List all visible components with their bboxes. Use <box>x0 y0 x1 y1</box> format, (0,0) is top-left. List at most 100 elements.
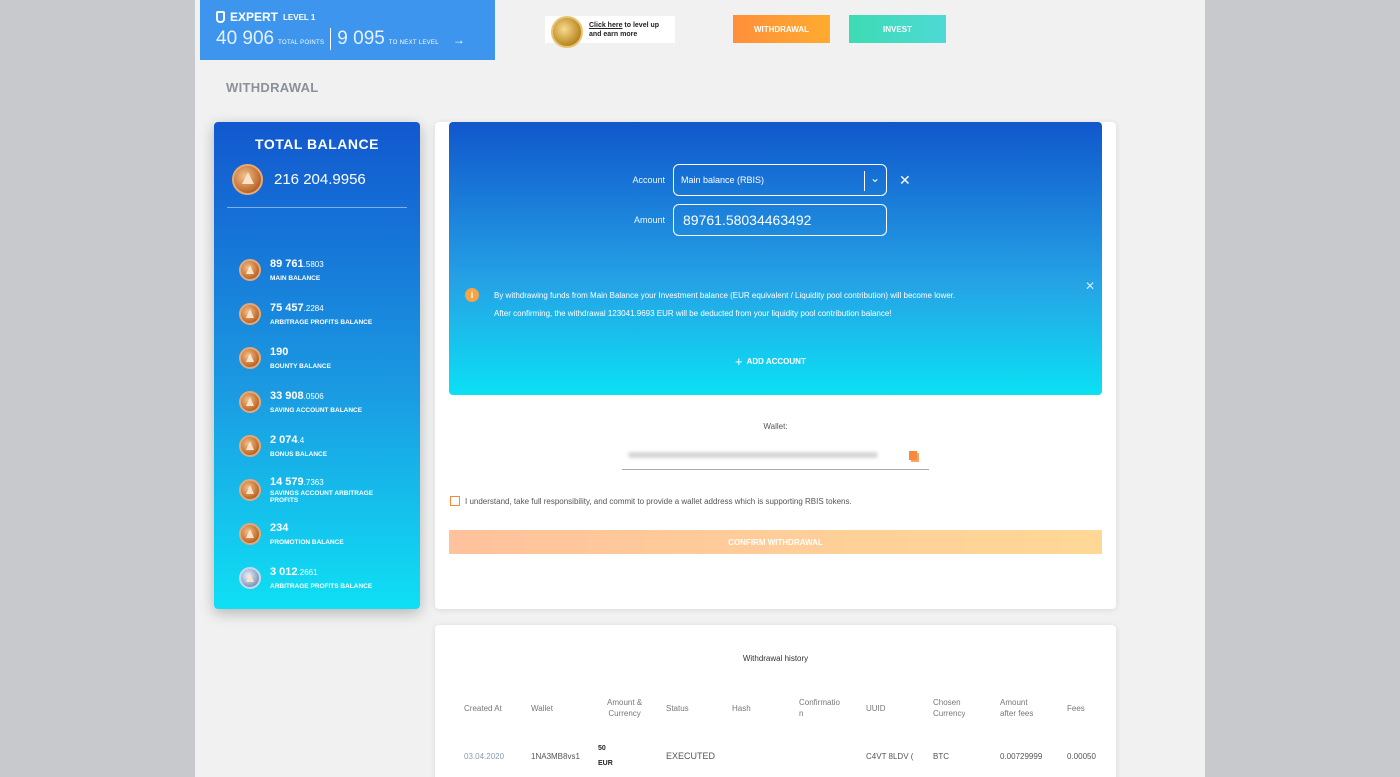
account-select[interactable]: Main balance (RBIS) ⌄ <box>673 164 887 196</box>
level-title: EXPERT <box>230 10 279 24</box>
balance-value: 234 <box>270 522 289 534</box>
cell-fees: 0.00050 <box>1067 752 1096 761</box>
rbis-coin-icon <box>239 435 261 457</box>
balance-item-main: 89 761.5803 MAIN BALANCE <box>214 248 420 292</box>
balance-list: 89 761.5803 MAIN BALANCE 75 457.2284 ARBIT… <box>214 248 420 600</box>
balance-item-bounty: 190 BOUNTY BALANCE <box>214 336 420 380</box>
notice-line-1: By withdrawing funds from Main Balance y… <box>494 291 956 300</box>
balance-label: ARBITRAGE PROFITS BALANCE <box>270 319 373 326</box>
select-divider <box>864 171 865 191</box>
total-points-label: TOTAL POINTS <box>278 40 325 46</box>
balance-decimals: .4 <box>297 436 305 445</box>
balance-item-savings-arbitrage: 14 579.7363 SAVINGS ACCOUNT ARBITRAGE PRO… <box>214 468 420 512</box>
cell-amount: 50 <box>598 745 606 752</box>
level-up-text-2: and earn more <box>589 30 638 38</box>
level-up-promo[interactable]: Click here to level up and earn more <box>545 15 675 48</box>
balance-decimals: .2661 <box>297 568 318 577</box>
consent-checkbox[interactable] <box>450 496 460 506</box>
balance-label: SAVINGS ACCOUNT ARBITRAGE PROFITS <box>270 490 374 504</box>
wallet-input[interactable] <box>622 440 929 470</box>
balance-item-arbitrage: 75 457.2284 ARBITRAGE PROFITS BALANCE <box>214 292 420 336</box>
next-level-points: 9 095 <box>337 28 385 49</box>
add-account-label: ADD ACCOUNT <box>746 357 806 366</box>
medal-icon <box>551 15 583 48</box>
balance-label: MAIN BALANCE <box>270 275 321 282</box>
balance-label: PROMOTION BALANCE <box>270 539 344 546</box>
th-confirmation: Confirmatio n <box>799 698 840 718</box>
page-title: WITHDRAWAL <box>226 80 319 95</box>
euro-coin-icon <box>239 567 261 589</box>
divider <box>227 207 407 208</box>
rbis-coin-icon <box>232 164 263 195</box>
level-card[interactable]: EXPERT LEVEL 1 40 906 TOTAL POINTS 9 095… <box>200 0 495 60</box>
rbis-coin-icon <box>239 303 261 325</box>
balance-value: 190 <box>270 346 289 358</box>
cell-created-at: 03.04.2020 <box>464 752 505 761</box>
info-icon: i <box>465 288 479 302</box>
total-balance-row: 216 204.9956 <box>232 164 420 195</box>
balance-item-bonus: 2 074.4 BONUS BALANCE <box>214 424 420 468</box>
copy-icon[interactable] <box>909 451 917 460</box>
withdrawal-form-card: Account Main balance (RBIS) ⌄ ✕ Amount 8… <box>435 122 1116 609</box>
account-label: Account <box>632 175 665 185</box>
points-row: 40 906 TOTAL POINTS 9 095 TO NEXT LEVEL … <box>216 28 479 50</box>
level-up-text-1: to level up <box>622 21 660 29</box>
amount-row: Amount 89761.58034463492 <box>625 204 887 236</box>
withdrawal-panel: Account Main balance (RBIS) ⌄ ✕ Amount 8… <box>449 122 1102 395</box>
balance-label: SAVING ACCOUNT BALANCE <box>270 407 363 414</box>
th-amount-after-fees: Amount after fees <box>1000 698 1034 718</box>
balance-item-promotion: 234 PROMOTION BALANCE <box>214 512 420 556</box>
chevron-down-icon[interactable]: ⌄ <box>870 171 880 185</box>
total-points: 40 906 <box>216 28 275 49</box>
balance-decimals: .2284 <box>303 304 324 313</box>
balance-item-saving: 33 908.0506 SAVING ACCOUNT BALANCE <box>214 380 420 424</box>
rbis-coin-icon <box>239 479 261 501</box>
balance-decimals: .0506 <box>303 392 324 401</box>
notice-text: By withdrawing funds from Main Balance y… <box>494 287 955 323</box>
consent-text: I understand, take full responsibility, … <box>465 496 852 506</box>
arrow-right-icon[interactable]: → <box>453 33 465 47</box>
balance-value: 3 012 <box>270 566 298 578</box>
history-title: Withdrawal history <box>742 654 809 663</box>
balance-label: ARBITRAGE PROFITS BALANCE <box>270 583 373 590</box>
level-up-link[interactable]: Click here <box>589 22 622 29</box>
close-icon[interactable]: ✕ <box>1085 279 1095 293</box>
close-icon[interactable]: ✕ <box>899 172 911 189</box>
th-fees: Fees <box>1067 704 1085 713</box>
th-amount-currency: Amount & Currency <box>607 698 643 718</box>
balance-decimals: .7363 <box>303 478 324 487</box>
amount-input[interactable]: 89761.58034463492 <box>673 204 887 236</box>
balance-value: 33 908 <box>270 390 304 402</box>
level-up-text: Click here to level up and earn more <box>589 21 659 39</box>
balance-decimals: .5803 <box>303 260 324 269</box>
balance-value: 14 579 <box>270 476 304 488</box>
rbis-coin-icon <box>239 523 261 545</box>
points-separator <box>330 28 332 50</box>
next-level-label: TO NEXT LEVEL <box>388 40 439 46</box>
rbis-coin-icon <box>239 347 261 369</box>
cell-chosen-currency: BTC <box>933 752 949 761</box>
withdrawal-button[interactable]: WITHDRAWAL <box>733 15 830 43</box>
add-account-button[interactable]: + ADD ACCOUNT <box>735 354 806 369</box>
th-hash: Hash <box>732 704 751 713</box>
balance-label: BONUS BALANCE <box>270 451 328 458</box>
confirm-withdrawal-button[interactable]: CONFIRM WITHDRAWAL <box>449 530 1102 554</box>
invest-button[interactable]: INVEST <box>849 15 946 43</box>
wallet-label: Wallet: <box>763 422 788 431</box>
balance-item-arbitrage-eur: 3 012.2661 ARBITRAGE PROFITS BALANCE <box>214 556 420 600</box>
cell-wallet: 1NA3MB8vs1 <box>531 752 580 761</box>
balance-label: BOUNTY BALANCE <box>270 363 331 370</box>
page: EXPERT LEVEL 1 40 906 TOTAL POINTS 9 095… <box>195 0 1205 777</box>
cell-amount-after-fees: 0.00729999 <box>1000 752 1043 761</box>
balance-value: 89 761 <box>270 258 304 270</box>
level-title-row: EXPERT LEVEL 1 <box>216 10 479 24</box>
cell-status: EXECUTED <box>666 751 716 761</box>
withdrawal-history-card: Withdrawal history Created At Wallet Amo… <box>435 625 1116 777</box>
wallet-address-blurred <box>628 452 878 458</box>
plus-icon: + <box>735 354 743 369</box>
account-row: Account Main balance (RBIS) ⌄ ✕ <box>625 164 911 196</box>
th-created-at: Created At <box>464 704 502 713</box>
level-number: LEVEL 1 <box>283 12 316 22</box>
total-balance-title: TOTAL BALANCE <box>255 136 379 152</box>
cell-uuid: C4VT 8LDV ( <box>866 752 914 761</box>
